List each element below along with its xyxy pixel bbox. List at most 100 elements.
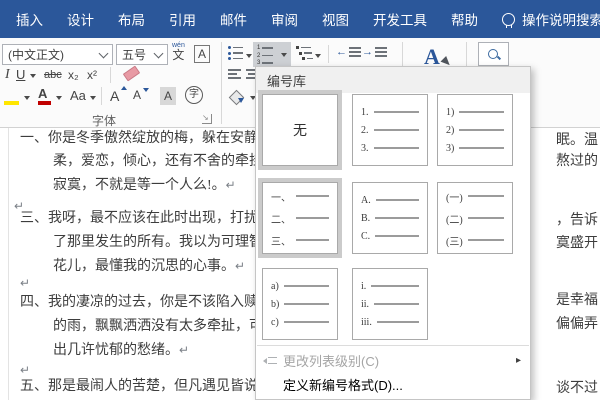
subscript-button[interactable]: x₂ bbox=[68, 69, 79, 81]
numbering-tile-1[interactable]: 1. 2. 3. bbox=[352, 94, 428, 166]
sample-text-line bbox=[467, 239, 504, 241]
document-text-fragment: 眠。温 bbox=[556, 133, 598, 148]
enclose-characters-button[interactable]: 字 bbox=[185, 86, 203, 104]
tell-me-search[interactable]: 操作说明搜索 bbox=[502, 9, 600, 29]
numbering-library-dropdown: 编号库 无 1. 2. 3. 1) 2) 3) 一、 二、 三、 A. B. C. (一) (二) (三) a)… bbox=[255, 66, 531, 400]
document-text-fragment: 偏偏弄 bbox=[556, 317, 598, 332]
underline-dropdown-arrow[interactable] bbox=[30, 74, 36, 78]
indent-lines-icon bbox=[375, 47, 387, 57]
ribbon-tab-帮助[interactable]: 帮助 bbox=[451, 9, 478, 29]
tile-number: 一、 bbox=[271, 192, 291, 204]
font-size-combo[interactable]: 五号 bbox=[116, 44, 168, 65]
ribbon-tab-布局[interactable]: 布局 bbox=[118, 9, 145, 29]
document-text-fragment: ，告诉 bbox=[556, 213, 598, 228]
sample-text-line bbox=[373, 111, 419, 113]
tile-number: A. bbox=[361, 194, 371, 206]
menu-item-label: 定义新编号格式(D)... bbox=[283, 378, 403, 393]
numbering-tile-1[interactable]: 1) 2) 3) bbox=[437, 94, 513, 166]
font-color-button[interactable]: A bbox=[38, 86, 51, 105]
numbering-tile-A[interactable]: A. B. C. bbox=[352, 182, 428, 254]
bullets-button[interactable] bbox=[228, 46, 243, 60]
sample-text-line bbox=[371, 285, 419, 287]
multilevel-list-button[interactable] bbox=[296, 46, 313, 60]
shading-bucket-button[interactable] bbox=[228, 89, 245, 106]
tile-number: 1) bbox=[446, 106, 455, 118]
chevron-down-icon bbox=[153, 48, 164, 58]
submenu-arrow-icon: ▸ bbox=[515, 355, 521, 366]
sample-text-line bbox=[467, 195, 504, 197]
ribbon-tab-邮件[interactable]: 邮件 bbox=[220, 9, 247, 29]
sample-text-line bbox=[373, 129, 419, 131]
font-color-dropdown-arrow[interactable] bbox=[56, 96, 62, 100]
sample-text-line bbox=[467, 217, 504, 219]
sample-text-line bbox=[459, 129, 504, 131]
menu-item-label: 更改列表级别(C) bbox=[283, 354, 380, 369]
bucket-drop-icon bbox=[238, 98, 244, 103]
change-case-dropdown-arrow[interactable] bbox=[90, 96, 96, 100]
document-text-fragment: 熬过的 bbox=[556, 154, 598, 169]
change-case-button[interactable]: Aa bbox=[70, 89, 86, 102]
ribbon-tab-开发工具[interactable]: 开发工具 bbox=[373, 9, 427, 29]
bullets-dropdown-arrow[interactable] bbox=[246, 54, 252, 58]
align-left-button[interactable] bbox=[228, 69, 241, 79]
increase-indent-button[interactable]: → bbox=[362, 47, 387, 58]
phonetic-guide-button[interactable]: wén 文 bbox=[172, 42, 185, 61]
highlight-color-button[interactable] bbox=[4, 88, 19, 105]
find-button[interactable] bbox=[478, 42, 509, 66]
ribbon-tab-插入[interactable]: 插入 bbox=[16, 9, 43, 29]
sample-text-line bbox=[296, 217, 329, 219]
document-text-line: 花儿，最懂我的沉思的心事。↵ bbox=[53, 259, 246, 274]
document-text-line: 了那里发生的所有。我以为可理智 bbox=[53, 235, 263, 250]
ribbon-tab-审阅[interactable]: 审阅 bbox=[271, 9, 298, 29]
numbering-tile-i[interactable]: i. ii. iii. bbox=[352, 268, 428, 340]
tile-number: 三、 bbox=[271, 236, 291, 248]
sample-text-line bbox=[284, 303, 329, 305]
tile-number: C. bbox=[361, 230, 371, 242]
char-border-letter: A bbox=[198, 47, 207, 61]
sample-text-line bbox=[296, 195, 329, 197]
font-dialog-launcher-icon[interactable]: ↘ bbox=[202, 114, 212, 124]
sample-text-line bbox=[375, 217, 419, 219]
document-text-line: 五、那是最闹人的苦楚，但凡遇见皆说 bbox=[20, 379, 258, 394]
ribbon-tab-引用[interactable]: 引用 bbox=[169, 9, 196, 29]
numbering-tile-a[interactable]: a) b) c) bbox=[262, 268, 338, 340]
highlight-color-bar bbox=[4, 101, 19, 105]
highlight-dropdown-arrow[interactable] bbox=[24, 96, 30, 100]
phonetic-char: 文 bbox=[172, 48, 185, 62]
decrease-indent-button[interactable]: ← bbox=[336, 47, 361, 58]
superscript-button[interactable]: x² bbox=[87, 69, 97, 81]
numbering-tile-一[interactable]: (一) (二) (三) bbox=[437, 182, 513, 254]
numbering-tile-none[interactable]: 无 bbox=[262, 94, 338, 166]
sample-text-line bbox=[459, 111, 504, 113]
document-text-line: 柔，爱恋，倾心，还有不舍的牵挂 bbox=[53, 154, 263, 169]
underline-button[interactable]: U bbox=[16, 68, 25, 81]
clear-formatting-icon[interactable] bbox=[122, 65, 141, 82]
document-text-line: 四、我的凄凉的过去，你是不该陷入赎 bbox=[20, 295, 258, 310]
numbering-tile-一[interactable]: 一、 二、 三、 bbox=[262, 182, 338, 254]
font-color-letter: A bbox=[38, 86, 48, 101]
tile-number: i. bbox=[361, 280, 367, 292]
tile-number: c) bbox=[271, 316, 279, 328]
numbering-dropdown-arrow[interactable] bbox=[281, 53, 287, 57]
ribbon-tab-视图[interactable]: 视图 bbox=[322, 9, 349, 29]
shrink-font-button[interactable]: A bbox=[133, 89, 141, 101]
character-shading-button[interactable]: A bbox=[160, 87, 177, 105]
menu-change-list-level: 更改列表级别(C) ▸ bbox=[257, 349, 529, 372]
numbering-button-pressed[interactable]: 1 2 3 bbox=[253, 42, 291, 67]
document-text-line: 一、你是冬季傲然绽放的梅，躲在安静 bbox=[20, 131, 258, 146]
strikethrough-button[interactable]: abc bbox=[44, 70, 62, 81]
ribbon-tab-bar: 插入 设计 布局 引用 邮件 审阅 视图 开发工具 帮助 操作说明搜索 bbox=[0, 0, 600, 38]
page-edge-line bbox=[8, 128, 9, 400]
sample-text-line bbox=[374, 303, 419, 305]
highlight-pen-icon bbox=[4, 88, 18, 100]
font-name-combo[interactable]: (中文正文) bbox=[2, 44, 113, 65]
grow-font-button[interactable]: A bbox=[110, 89, 119, 103]
menu-divider bbox=[257, 345, 529, 346]
italic-button[interactable]: I bbox=[5, 68, 10, 82]
character-border-button[interactable]: A bbox=[194, 45, 211, 63]
tile-number: 1. bbox=[361, 106, 369, 118]
multilevel-dropdown-arrow[interactable] bbox=[315, 54, 321, 58]
document-text-fragment: 是幸福 bbox=[556, 293, 598, 308]
ribbon-tab-设计[interactable]: 设计 bbox=[67, 9, 94, 29]
menu-define-new-number-format[interactable]: 定义新编号格式(D)... bbox=[257, 373, 529, 396]
